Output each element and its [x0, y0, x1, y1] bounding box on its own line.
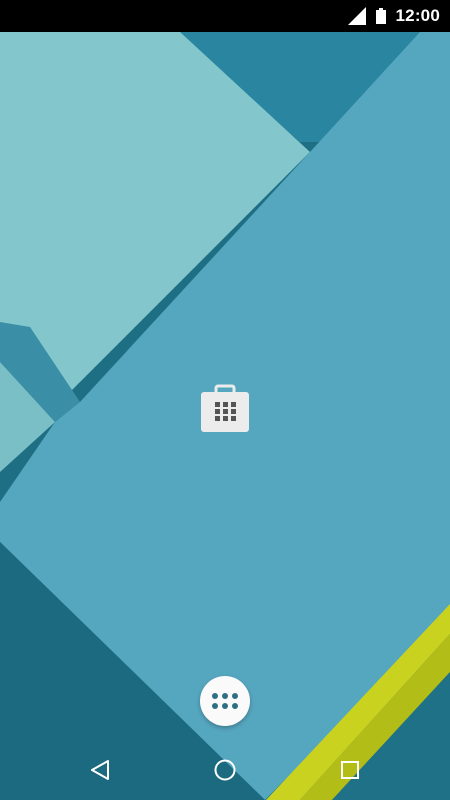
store-app-icon[interactable] — [199, 384, 251, 434]
battery-icon — [375, 8, 386, 24]
home-button[interactable] — [210, 755, 240, 785]
store-icon — [201, 384, 249, 432]
signal-icon — [347, 7, 366, 25]
status-clock: 12:00 — [395, 6, 440, 25]
navigation-bar — [0, 740, 450, 800]
app-drawer-button[interactable] — [200, 676, 250, 726]
back-button[interactable] — [85, 755, 115, 785]
home-icon — [214, 759, 236, 781]
app-drawer-icon — [212, 693, 238, 709]
status-icons: 12:00 — [347, 0, 440, 32]
back-icon — [91, 760, 109, 780]
recents-icon — [341, 761, 359, 779]
recents-button[interactable] — [335, 755, 365, 785]
status-bar: 12:00 — [0, 0, 450, 32]
